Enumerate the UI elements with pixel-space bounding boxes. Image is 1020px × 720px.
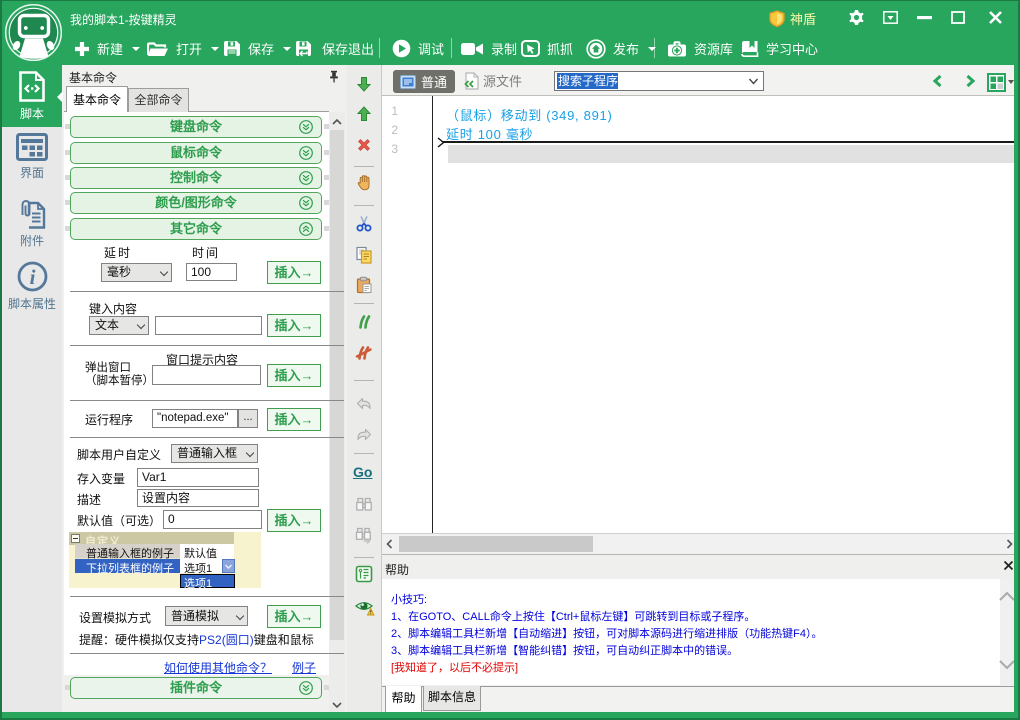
svg-text:i: i [29, 265, 35, 289]
